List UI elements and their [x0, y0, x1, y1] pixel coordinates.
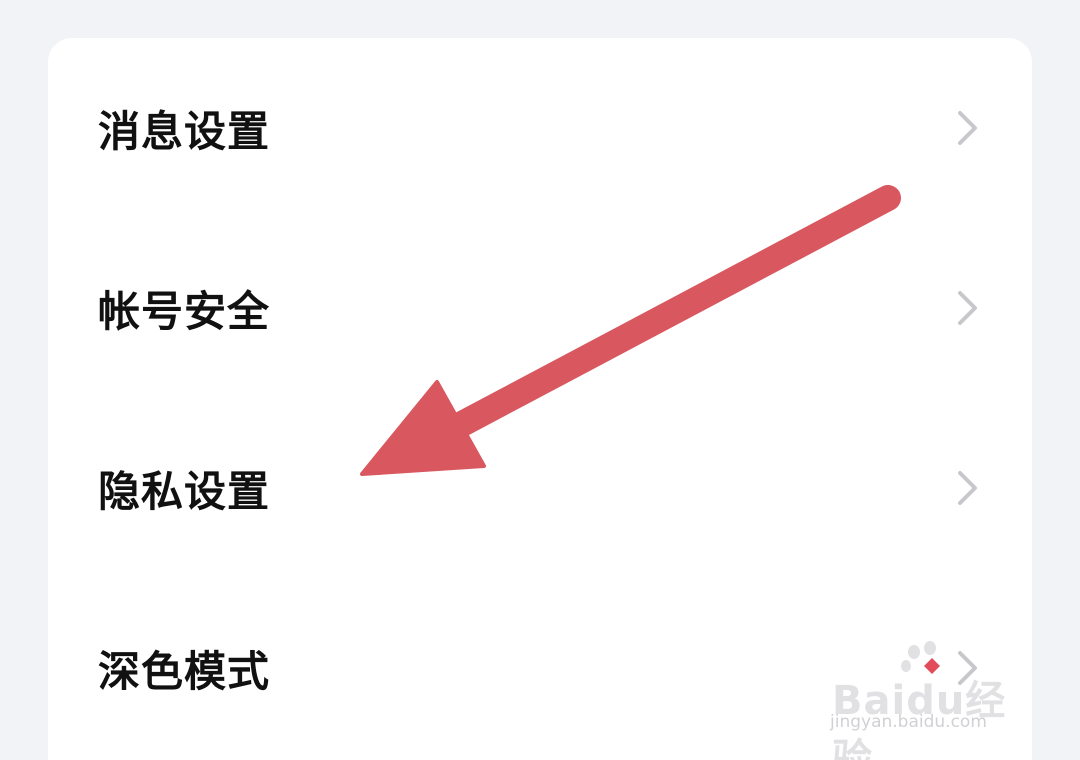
chevron-right-icon: [952, 288, 984, 328]
chevron-right-icon: [952, 108, 984, 148]
settings-item-label: 隐私设置: [98, 466, 271, 516]
chevron-right-icon: [952, 648, 984, 688]
settings-item-label: 消息设置: [98, 106, 271, 156]
settings-item-label: 深色模式: [98, 646, 271, 696]
settings-item-privacy[interactable]: 隐私设置: [48, 398, 1032, 578]
settings-item-message[interactable]: 消息设置: [48, 38, 1032, 218]
settings-page: 消息设置 帐号安全 隐私设置 深色模式 Baidu经验 jingyan.baid…: [0, 0, 1080, 760]
settings-card: 消息设置 帐号安全 隐私设置 深色模式: [48, 38, 1032, 760]
settings-item-dark-mode[interactable]: 深色模式: [48, 578, 1032, 758]
settings-item-account-security[interactable]: 帐号安全: [48, 218, 1032, 398]
settings-item-label: 帐号安全: [98, 286, 271, 336]
chevron-right-icon: [952, 468, 984, 508]
